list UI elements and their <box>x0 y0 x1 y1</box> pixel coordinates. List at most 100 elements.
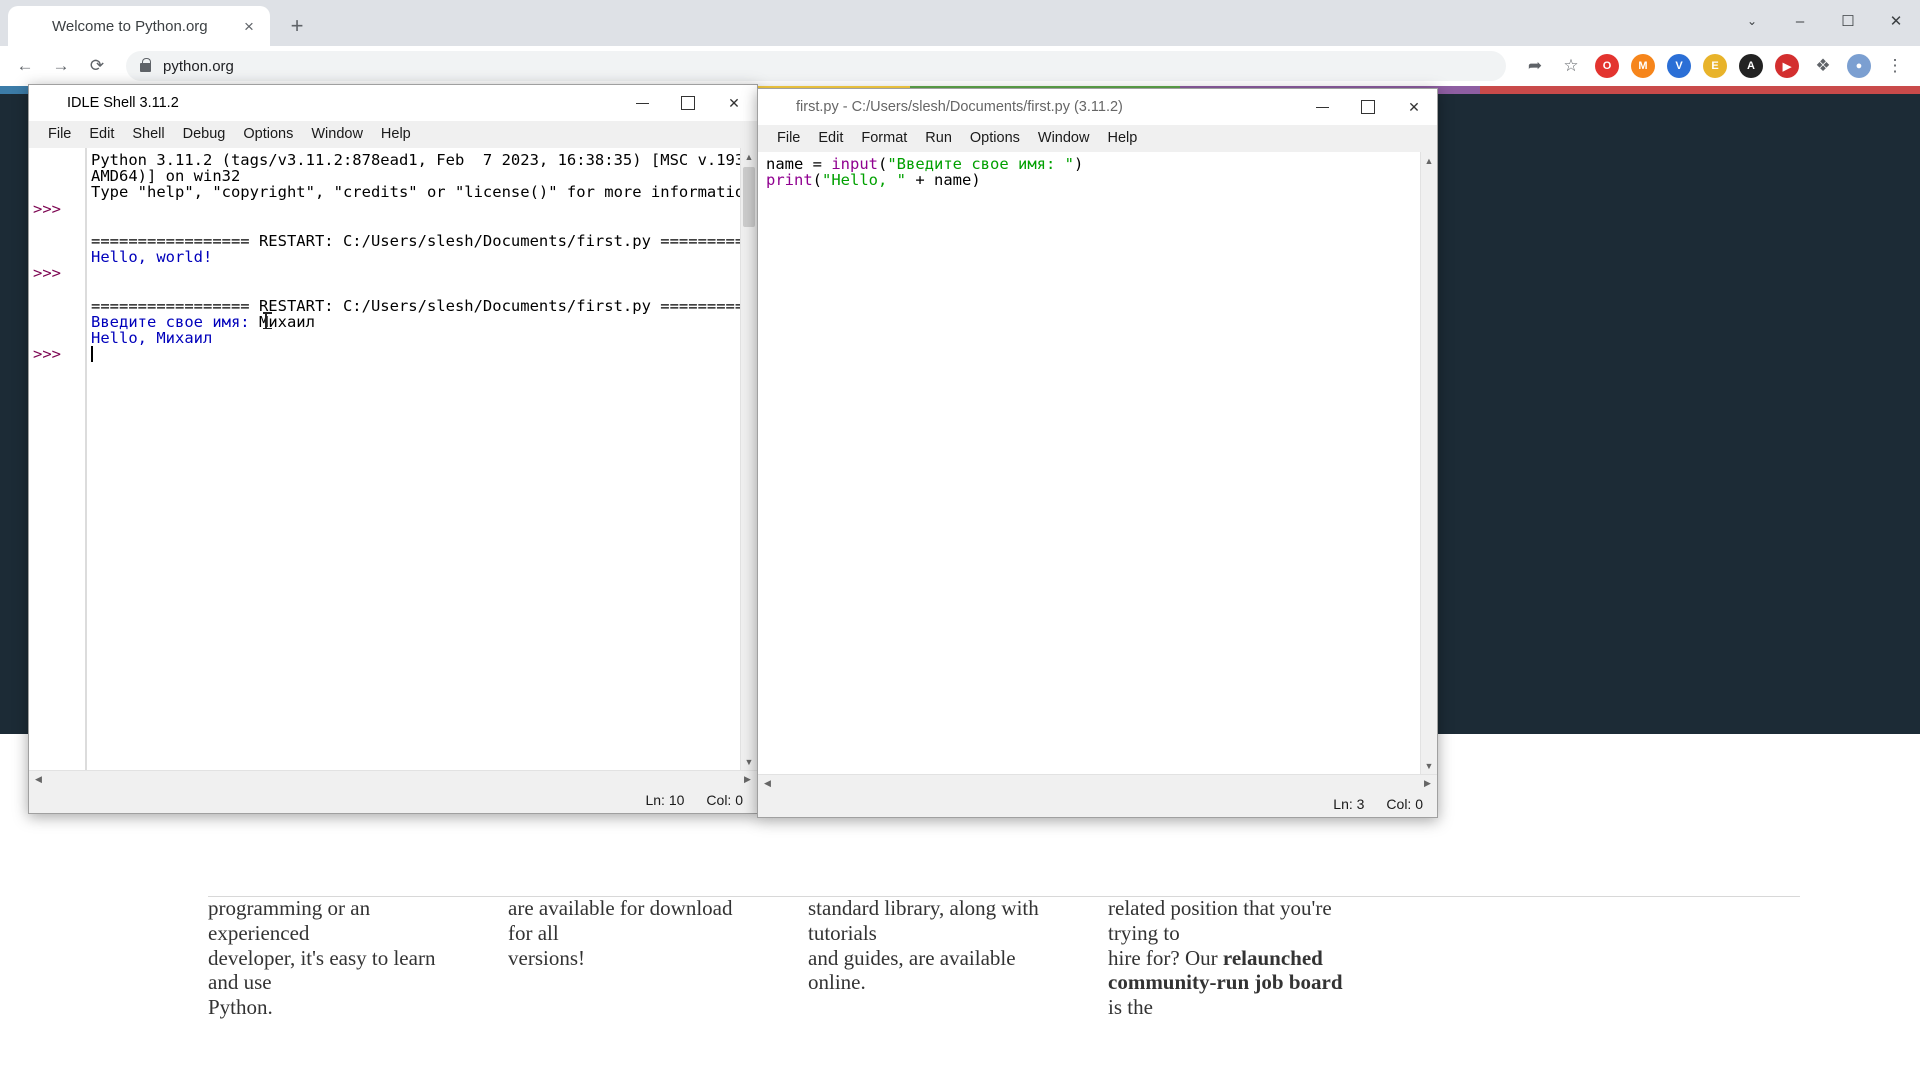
column-2-line-2: versions! <box>508 946 748 971</box>
shell-output-area[interactable]: Python 3.11.2 (tags/v3.11.2:878ead1, Feb… <box>29 148 740 770</box>
extension-icon-adblock[interactable]: A <box>1734 49 1768 83</box>
browser-tab[interactable]: Welcome to Python.org × <box>8 6 270 46</box>
maximize-button[interactable]: ☐ <box>1824 0 1872 42</box>
editor-line-indicator: Ln: 3 <box>1333 796 1364 812</box>
shell-menu-shell[interactable]: Shell <box>123 124 173 144</box>
shell-menu-edit[interactable]: Edit <box>80 124 123 144</box>
page-column-3: standard library, along with tutorials a… <box>808 896 1108 1080</box>
shell-line: Введите свое имя: Михаил <box>91 314 315 330</box>
extension-icon-video[interactable]: ▶ <box>1770 49 1804 83</box>
back-icon[interactable]: ← <box>8 49 42 83</box>
editor-minimize-button[interactable] <box>1299 89 1345 125</box>
editor-col-indicator: Col: 0 <box>1386 796 1423 812</box>
editor-close-button[interactable]: ✕ <box>1391 89 1437 125</box>
browser-menu-icon[interactable]: ⋮ <box>1878 49 1912 83</box>
scroll-left-icon[interactable]: ◀ <box>31 774 46 785</box>
scroll-up-icon[interactable]: ▲ <box>1421 152 1437 169</box>
text-cursor <box>91 346 93 362</box>
shell-vertical-scrollbar[interactable]: ▲ ▼ <box>740 148 757 770</box>
shell-maximize-button[interactable] <box>665 85 711 121</box>
tab-search-icon[interactable]: ⌄ <box>1728 0 1776 42</box>
shell-line: ================= RESTART: C:/Users/sles… <box>91 233 740 249</box>
browser-window: Welcome to Python.org × + ⌄ – ☐ ✕ ← → ⟳ … <box>0 0 1920 1080</box>
reload-icon[interactable]: ⟳ <box>80 49 114 83</box>
scroll-up-icon[interactable]: ▲ <box>741 148 757 165</box>
column-1-line-3: Python. <box>208 995 448 1020</box>
scroll-thumb[interactable] <box>743 167 755 227</box>
shell-line-indicator: Ln: 10 <box>645 792 684 808</box>
extension-icons: O M V E A ▶ ❖ <box>1590 49 1840 83</box>
url-text: python.org <box>163 58 234 75</box>
scroll-right-icon[interactable]: ▶ <box>1420 778 1435 789</box>
code-line: print("Hello, " + name) <box>766 172 981 188</box>
shell-menu-debug[interactable]: Debug <box>174 124 235 144</box>
idle-shell-window[interactable]: IDLE Shell 3.11.2 ✕ File Edit Shell Debu… <box>28 84 758 814</box>
shell-title-text: IDLE Shell 3.11.2 <box>67 95 619 111</box>
new-tab-button[interactable]: + <box>280 9 314 43</box>
editor-horizontal-scrollbar[interactable]: ◀ ▶ <box>758 774 1437 791</box>
tab-strip: Welcome to Python.org × + ⌄ – ☐ ✕ <box>0 0 1920 46</box>
shell-menu-window[interactable]: Window <box>302 124 372 144</box>
extension-icon-opera[interactable]: O <box>1590 49 1624 83</box>
idle-editor-window[interactable]: first.py - C:/Users/slesh/Documents/firs… <box>757 88 1438 818</box>
shell-line: Python 3.11.2 (tags/v3.11.2:878ead1, Feb… <box>91 152 740 168</box>
shell-minimize-button[interactable] <box>619 85 665 121</box>
editor-menu-bar: File Edit Format Run Options Window Help <box>758 125 1437 151</box>
shell-window-controls: ✕ <box>619 85 757 121</box>
shell-line: ================= RESTART: C:/Users/sles… <box>91 298 740 314</box>
editor-window-controls: ✕ <box>1299 89 1437 125</box>
job-board-link[interactable]: community-run job board <box>1108 970 1343 994</box>
shell-menu-file[interactable]: File <box>39 124 80 144</box>
column-4-bold: relaunched <box>1223 946 1323 970</box>
column-4-line-3: community-run job board is the <box>1108 970 1348 1020</box>
shell-status-bar: Ln: 10 Col: 0 <box>29 787 757 813</box>
editor-maximize-button[interactable] <box>1345 89 1391 125</box>
shell-line: Hello, Михаил <box>91 330 212 346</box>
shell-close-button[interactable]: ✕ <box>711 85 757 121</box>
column-4-text: hire for? Our <box>1108 946 1223 970</box>
shell-title-bar[interactable]: IDLE Shell 3.11.2 ✕ <box>29 85 757 121</box>
column-4-line-1: related position that you're trying to <box>1108 896 1348 946</box>
column-3-line-2: and guides, are available online. <box>808 946 1048 996</box>
editor-vertical-scrollbar[interactable]: ▲ ▼ <box>1420 152 1437 774</box>
column-divider <box>208 896 1800 897</box>
page-column-2: are available for download for all versi… <box>508 896 808 1080</box>
extension-icon-metamask[interactable]: M <box>1626 49 1660 83</box>
shell-horizontal-scrollbar[interactable]: ◀ ▶ <box>29 770 757 787</box>
editor-menu-run[interactable]: Run <box>916 128 961 148</box>
minimize-button[interactable]: – <box>1776 0 1824 42</box>
profile-avatar[interactable]: ● <box>1842 49 1876 83</box>
column-1-line-1: programming or an experienced <box>208 896 448 946</box>
column-2-line-1: are available for download for all <box>508 896 748 946</box>
editor-menu-format[interactable]: Format <box>852 128 916 148</box>
editor-menu-options[interactable]: Options <box>961 128 1029 148</box>
close-window-button[interactable]: ✕ <box>1872 0 1920 42</box>
editor-code-area[interactable]: name = input("Введите свое имя: ")print(… <box>758 152 1420 774</box>
shell-body: Python 3.11.2 (tags/v3.11.2:878ead1, Feb… <box>29 147 757 770</box>
editor-menu-file[interactable]: File <box>768 128 809 148</box>
extensions-puzzle-icon[interactable]: ❖ <box>1806 49 1840 83</box>
scroll-down-icon[interactable]: ▼ <box>1421 757 1437 774</box>
scroll-left-icon[interactable]: ◀ <box>760 778 775 789</box>
editor-title-bar[interactable]: first.py - C:/Users/slesh/Documents/firs… <box>758 89 1437 125</box>
shell-menu-options[interactable]: Options <box>234 124 302 144</box>
extension-icon-notes[interactable]: E <box>1698 49 1732 83</box>
shell-col-indicator: Col: 0 <box>706 792 743 808</box>
python-icon <box>22 16 42 36</box>
bookmark-star-icon[interactable]: ☆ <box>1554 49 1588 83</box>
close-tab-icon[interactable]: × <box>238 15 260 37</box>
forward-icon[interactable]: → <box>44 49 78 83</box>
extension-icon-shield[interactable]: V <box>1662 49 1696 83</box>
editor-menu-help[interactable]: Help <box>1098 128 1146 148</box>
page-column-4: related position that you're trying to h… <box>1108 896 1408 1080</box>
share-icon[interactable]: ➦ <box>1518 49 1552 83</box>
scroll-right-icon[interactable]: ▶ <box>740 774 755 785</box>
address-bar[interactable]: python.org <box>126 51 1506 81</box>
editor-menu-edit[interactable]: Edit <box>809 128 852 148</box>
shell-text-span: Type "help", "copyright", "credits" or "… <box>91 183 740 201</box>
shell-margin-rule <box>85 148 87 770</box>
scroll-down-icon[interactable]: ▼ <box>741 753 757 770</box>
shell-menu-help[interactable]: Help <box>372 124 420 144</box>
shell-line: Type "help", "copyright", "credits" or "… <box>91 184 740 200</box>
editor-menu-window[interactable]: Window <box>1029 128 1099 148</box>
